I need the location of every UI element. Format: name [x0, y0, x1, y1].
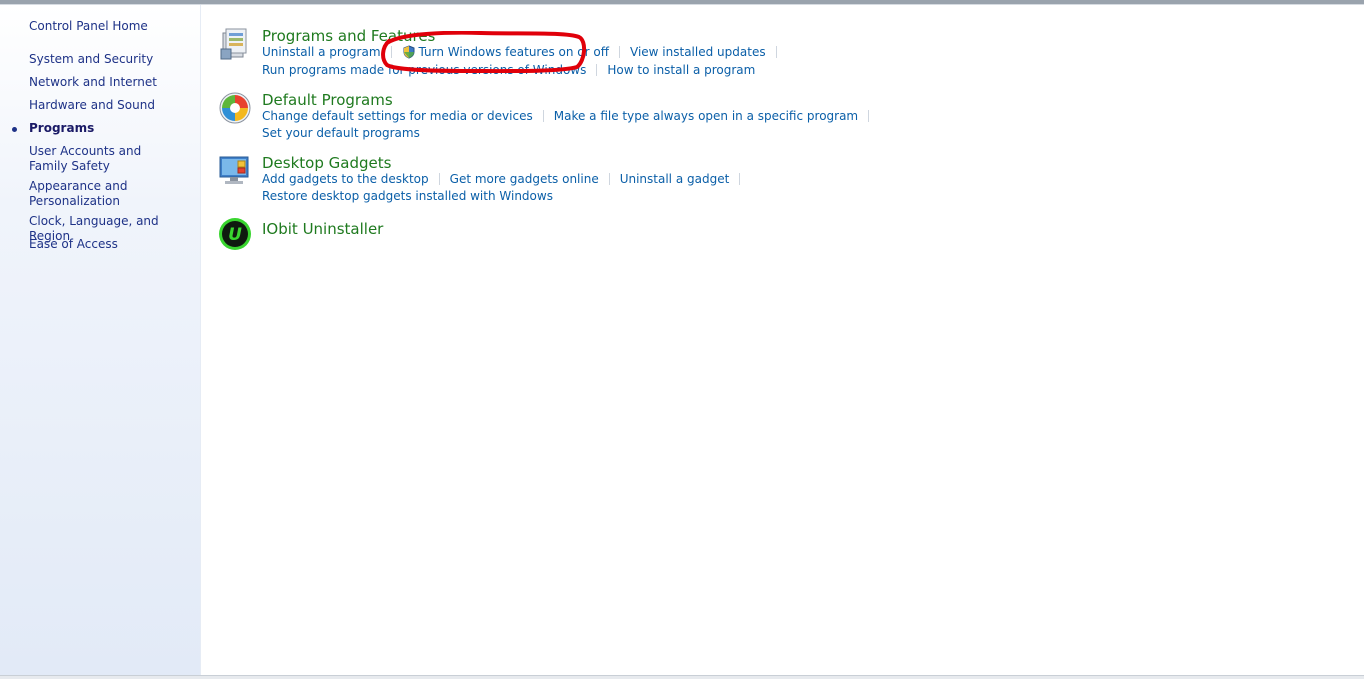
sidebar-item-hardware-and-sound[interactable]: Hardware and Sound — [29, 98, 194, 113]
iobit-uninstaller-title[interactable]: IObit Uninstaller — [262, 220, 383, 238]
add-gadgets-link[interactable]: Add gadgets to the desktop — [262, 172, 429, 186]
desktop-gadgets-title[interactable]: Desktop Gadgets — [262, 154, 391, 172]
default-programs-title[interactable]: Default Programs — [262, 91, 393, 109]
restore-gadgets-link[interactable]: Restore desktop gadgets installed with W… — [262, 189, 553, 203]
programs-features-links: Uninstall a program Turn Windows features… — [262, 45, 787, 60]
sidebar-item-ease-of-access[interactable]: Ease of Access — [29, 237, 194, 252]
sidebar-item-system-and-security[interactable]: System and Security — [29, 52, 194, 67]
svg-text:U: U — [228, 225, 242, 245]
turn-windows-features-label: Turn Windows features on or off — [418, 45, 610, 59]
how-to-install-link[interactable]: How to install a program — [607, 63, 755, 77]
bottom-edge — [0, 675, 1364, 679]
sidebar-item-programs[interactable]: Programs — [29, 121, 194, 136]
programs-and-features-title[interactable]: Programs and Features — [262, 27, 435, 45]
desktop-gadgets-icon[interactable] — [218, 154, 252, 188]
default-programs-icon[interactable] — [218, 91, 252, 125]
desktop-gadgets-links-row2: Restore desktop gadgets installed with W… — [262, 189, 553, 204]
get-more-gadgets-link[interactable]: Get more gadgets online — [450, 172, 599, 186]
programs-features-icon[interactable] — [218, 27, 252, 61]
link-separator — [775, 46, 777, 58]
sidebar-item-network-and-internet[interactable]: Network and Internet — [29, 75, 194, 90]
link-separator — [619, 46, 621, 58]
iobit-uninstaller-icon[interactable]: U — [218, 217, 252, 251]
link-separator — [739, 173, 741, 185]
default-programs-links-row2: Set your default programs — [262, 126, 420, 141]
turn-windows-features-link[interactable]: Turn Windows features on or off — [402, 45, 610, 59]
uninstall-program-link[interactable]: Uninstall a program — [262, 45, 381, 59]
link-separator — [438, 173, 440, 185]
link-separator — [390, 46, 392, 58]
default-programs-links: Change default settings for media or dev… — [262, 109, 879, 124]
programs-features-links-row2: Run programs made for previous versions … — [262, 63, 755, 78]
window-top-divider — [0, 4, 1364, 5]
link-separator — [542, 110, 544, 122]
set-default-programs-link[interactable]: Set your default programs — [262, 126, 420, 140]
view-installed-updates-link[interactable]: View installed updates — [630, 45, 766, 59]
link-separator — [596, 64, 598, 76]
link-separator — [868, 110, 870, 122]
uac-shield-icon — [403, 45, 415, 59]
file-type-association-link[interactable]: Make a file type always open in a specif… — [554, 109, 858, 123]
sidebar-item-control-panel-home[interactable]: Control Panel Home — [29, 19, 194, 34]
sidebar-item-user-accounts[interactable]: User Accounts and Family Safety — [29, 144, 179, 174]
current-item-bullet — [12, 127, 17, 132]
link-separator — [608, 173, 610, 185]
desktop-gadgets-links: Add gadgets to the desktop Get more gadge… — [262, 172, 750, 187]
change-default-settings-link[interactable]: Change default settings for media or dev… — [262, 109, 533, 123]
uninstall-gadget-link[interactable]: Uninstall a gadget — [620, 172, 730, 186]
run-older-programs-link[interactable]: Run programs made for previous versions … — [262, 63, 586, 77]
sidebar-item-appearance[interactable]: Appearance and Personalization — [29, 179, 129, 209]
